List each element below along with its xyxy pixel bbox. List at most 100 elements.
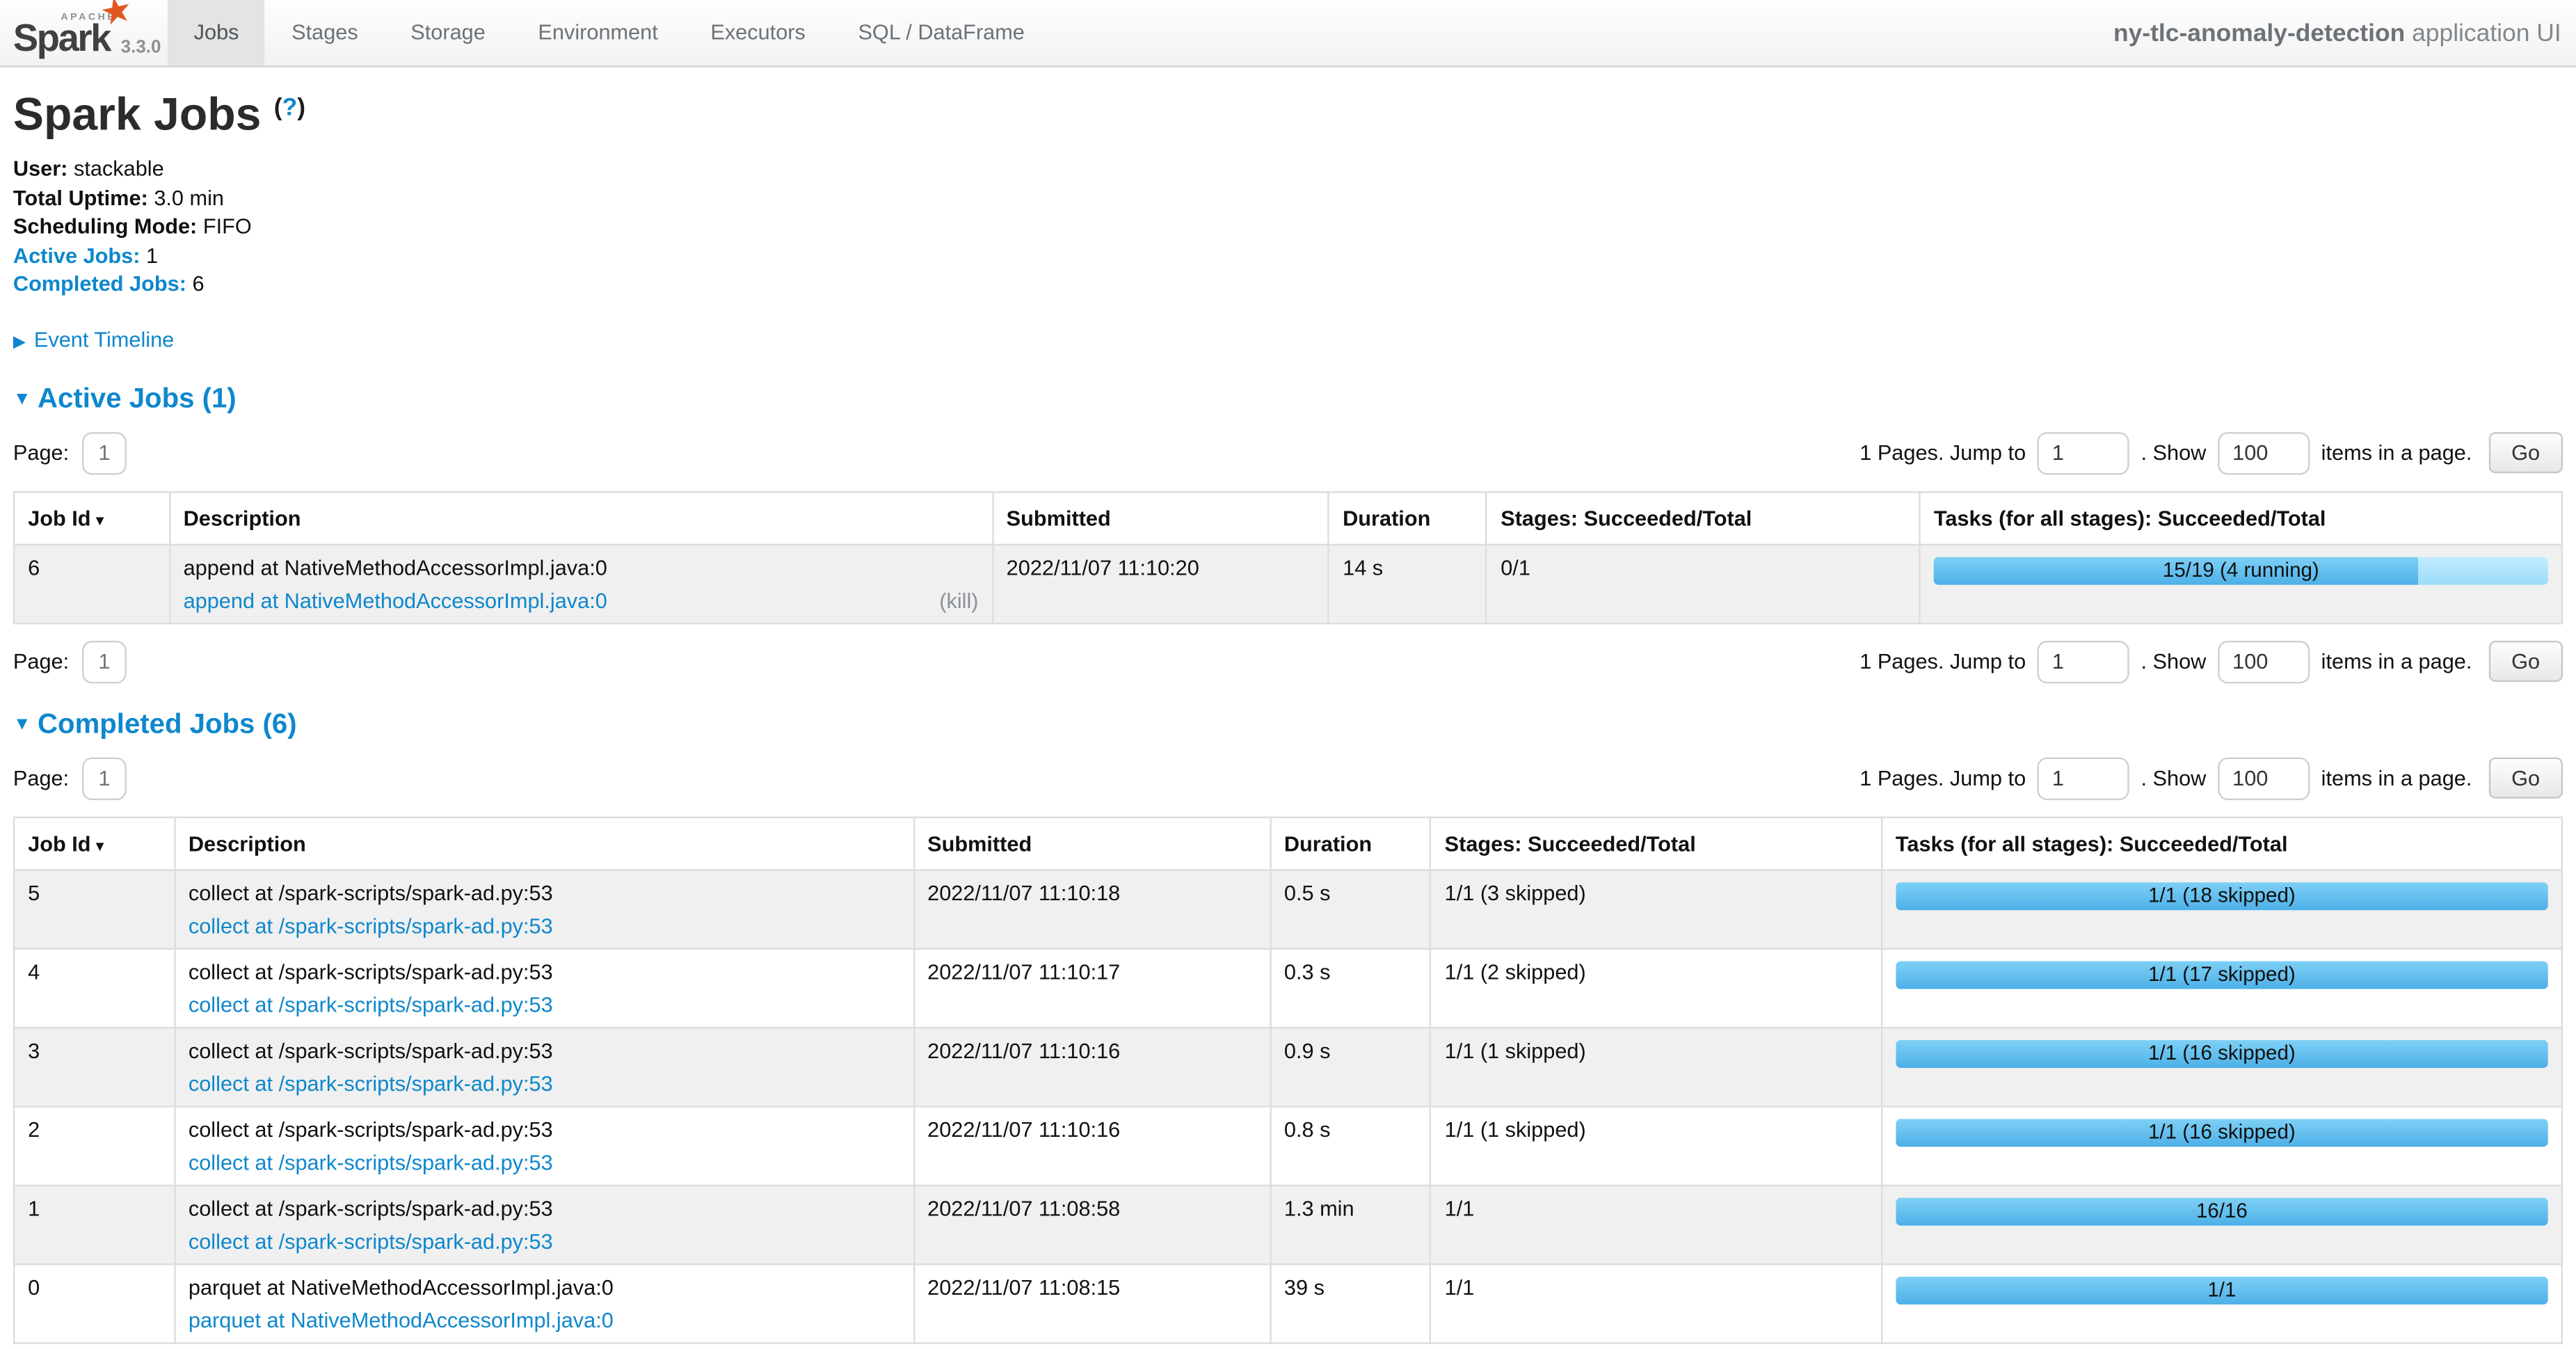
task-progress-bar: 1/1 (16 skipped) [1896,1040,2548,1068]
event-timeline-toggle[interactable]: ▶Event Timeline [13,327,2563,351]
column-header[interactable]: Tasks (for all stages): Succeeded/Total [1920,492,2562,545]
duration-cell: 39 s [1270,1264,1431,1343]
scheduling-mode-label: Scheduling Mode: [13,214,197,238]
table-row: 2 collect at /spark-scripts/spark-ad.py:5… [14,1106,2562,1185]
nav-tab-executors[interactable]: Executors [685,0,832,65]
job-detail-link[interactable]: collect at /spark-scripts/spark-ad.py:53 [189,1071,553,1096]
column-header-label: Tasks (for all stages): Succeeded/Total [1896,831,2288,856]
active-jobs-table: Job Id▾DescriptionSubmitted Duration Stage… [13,491,2563,624]
stages-cell: 1/1 [1431,1186,1882,1264]
summary-user: User: stackable [13,154,2563,184]
column-header[interactable]: Job Id▾ [14,817,175,870]
column-header-label: Duration [1343,506,1430,530]
completed-jobs-table-container: Job Id▾ Description SubmittedDurationStage… [13,817,2563,1344]
jump-to-input[interactable] [2038,641,2129,683]
help-question-icon[interactable]: ? [282,94,298,122]
completed-jobs-table: Job Id▾ Description SubmittedDurationStage… [13,817,2563,1344]
page-number-input[interactable] [82,758,127,800]
page-number-input[interactable] [82,641,127,683]
stages-cell: 1/1 (3 skipped) [1431,870,1882,948]
tasks-cell: 1/1 (16 skipped) [1882,1106,2562,1185]
job-detail-link[interactable]: collect at /spark-scripts/spark-ad.py:53 [189,913,553,938]
job-detail-link[interactable]: collect at /spark-scripts/spark-ad.py:53 [189,992,553,1016]
table-row: 6 append at NativeMethodAccessorImpl.java… [14,545,2562,623]
pagination-controls: 1 Pages. Jump to . Show items in a page.… [1859,432,2563,474]
job-description: collect at /spark-scripts/spark-ad.py:53 [189,1038,899,1062]
active-table-pagination-bottom: Page: 1 Pages. Jump to . Show items in a… [13,641,2563,683]
navbar: Spark APACHE ★ 3.3.0 JobsStagesStorageEn… [0,0,2576,67]
duration-cell: 0.8 s [1270,1106,1431,1185]
description-link-line: collect at /spark-scripts/spark-ad.py:53 [189,1150,899,1174]
column-header[interactable]: Job Id▾ [14,492,169,545]
main-content: Spark Jobs (?) User: stackable Total Upt… [0,89,2576,1349]
nav-tab-jobs[interactable]: Jobs [168,0,265,65]
progress-label: 1/1 (16 skipped) [1896,1040,2548,1068]
submitted-cell: 2022/11/07 11:10:17 [913,949,1270,1028]
header-row: Job Id▾ Description SubmittedDurationStage… [14,817,2562,870]
tasks-cell: 1/1 [1882,1264,2562,1343]
go-button[interactable]: Go [2488,758,2563,799]
column-header[interactable]: Description [170,492,993,545]
sort-desc-icon: ▾ [96,838,104,856]
column-header[interactable]: Submitted [993,492,1329,545]
column-header[interactable]: Duration [1270,817,1431,870]
nav-tab-stages[interactable]: Stages [265,0,384,65]
submitted-cell: 2022/11/07 11:08:15 [913,1264,1270,1343]
items-text: items in a page. [2321,650,2472,674]
summary-list: User: stackable Total Uptime: 3.0 min Sc… [13,154,2563,299]
kill-link[interactable]: (kill) [939,588,978,612]
task-progress-bar: 1/1 (18 skipped) [1896,882,2548,910]
event-timeline-label: Event Timeline [34,327,174,351]
column-header[interactable]: Stages: Succeeded/Total [1487,492,1920,545]
active-jobs-section-heading[interactable]: ▼Active Jobs (1) [13,383,2563,415]
job-detail-link[interactable]: collect at /spark-scripts/spark-ad.py:53 [189,1229,553,1253]
page-label: Page: [13,441,69,465]
page-number-input[interactable] [82,432,127,474]
nav-tab-environment[interactable]: Environment [512,0,685,65]
sort-desc-icon: ▾ [96,513,104,531]
pagination-controls: 1 Pages. Jump to . Show items in a page.… [1859,758,2563,800]
completed-jobs-link[interactable]: Completed Jobs: [13,272,186,296]
job-description: collect at /spark-scripts/spark-ad.py:53 [189,1196,899,1220]
column-header[interactable]: Duration [1329,492,1487,545]
column-header[interactable]: Tasks (for all stages): Succeeded/Total [1882,817,2562,870]
task-progress-bar: 1/1 (17 skipped) [1896,961,2548,989]
job-detail-link[interactable]: append at NativeMethodAccessorImpl.java:… [184,588,607,612]
description-cell: collect at /spark-scripts/spark-ad.py:53… [175,870,913,948]
go-button[interactable]: Go [2488,433,2563,474]
job-id-cell: 2 [14,1106,175,1185]
jump-to-input[interactable] [2038,758,2129,800]
show-text: . Show [2141,650,2206,674]
jump-to-input[interactable] [2038,432,2129,474]
go-button[interactable]: Go [2488,641,2563,683]
nav-tab-storage[interactable]: Storage [385,0,512,65]
column-header[interactable]: Stages: Succeeded/Total [1431,817,1882,870]
job-id-cell: 5 [14,870,175,948]
items-per-page-input[interactable] [2218,641,2310,683]
description-cell: collect at /spark-scripts/spark-ad.py:53… [175,1186,913,1264]
task-progress-bar: 15/19 (4 running) [1934,557,2548,585]
page-label: Page: [13,767,69,791]
column-header[interactable]: Submitted [913,817,1270,870]
job-detail-link[interactable]: parquet at NativeMethodAccessorImpl.java… [189,1308,614,1332]
tasks-cell: 15/19 (4 running) [1920,545,2562,623]
summary-active-jobs: Active Jobs: 1 [13,241,2563,271]
job-detail-link[interactable]: collect at /spark-scripts/spark-ad.py:53 [189,1150,553,1174]
page-title: Spark Jobs (?) [13,89,2563,142]
nav-tab-sql-dataframe[interactable]: SQL / DataFrame [832,0,1051,65]
items-per-page-input[interactable] [2218,432,2310,474]
page-title-text: Spark Jobs [13,89,261,140]
column-header[interactable]: Description [175,817,913,870]
job-id-cell: 6 [14,545,169,623]
spark-jobs-page: Spark APACHE ★ 3.3.0 JobsStagesStorageEn… [0,0,2576,1349]
table-row: 1collect at /spark-scripts/spark-ad.py:5… [14,1186,2562,1264]
items-per-page-input[interactable] [2218,758,2310,800]
completed-jobs-section-heading[interactable]: ▼Completed Jobs (6) [13,708,2563,741]
column-header-label: Description [189,831,306,856]
stages-cell: 1/1 [1431,1264,1882,1343]
active-table-pagination-top: Page: 1 Pages. Jump to . Show items in a… [13,432,2563,474]
stages-cell: 1/1 (1 skipped) [1431,1106,1882,1185]
help-link[interactable]: (?) [274,94,305,122]
active-jobs-link[interactable]: Active Jobs: [13,243,141,267]
description-cell: collect at /spark-scripts/spark-ad.py:53… [175,1028,913,1106]
